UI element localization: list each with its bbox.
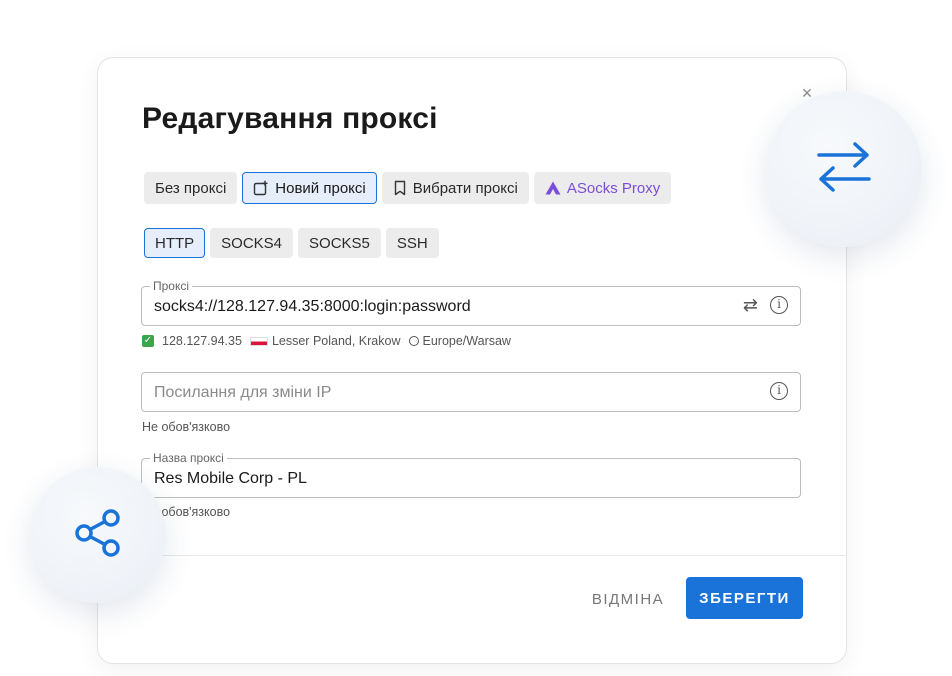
proxy-name-value[interactable]: Res Mobile Corp - PL xyxy=(154,470,307,488)
protocol-http[interactable]: HTTP xyxy=(144,228,206,258)
protocol-tabs: HTTP SOCKS4 SOCKS5 SSH xyxy=(144,228,439,258)
tab-label: Без проксі xyxy=(155,179,227,197)
proxy-ip: 128.127.94.35 xyxy=(162,334,242,348)
edit-proxy-dialog: × Редагування проксі Без проксі Новий пр… xyxy=(97,57,847,664)
footer-divider xyxy=(98,555,846,556)
info-icon[interactable]: i xyxy=(770,382,788,400)
poland-flag-icon xyxy=(249,336,268,346)
proxy-field-label: Проксі xyxy=(150,279,193,293)
swap-bubble xyxy=(766,91,922,247)
clock-icon xyxy=(408,336,419,346)
tab-new-proxy[interactable]: Новий проксі xyxy=(242,172,377,204)
cancel-button[interactable]: ВІДМІНА xyxy=(578,581,678,617)
add-square-icon xyxy=(253,180,269,196)
share-bubble xyxy=(30,467,166,603)
tab-no-proxy[interactable]: Без проксі xyxy=(144,172,238,204)
proxy-timezone: Europe/Warsaw xyxy=(422,334,511,348)
asocks-logo-icon xyxy=(545,181,561,195)
proxy-field[interactable]: Проксі socks4://128.127.94.35:8000:login… xyxy=(141,279,801,326)
protocol-socks5[interactable]: SOCKS5 xyxy=(298,228,381,258)
save-button[interactable]: ЗБЕРЕГТИ xyxy=(686,577,803,619)
change-ip-field[interactable]: Посилання для зміни IP i xyxy=(141,372,801,412)
proxy-check-info: ✓ 128.127.94.35 Lesser Poland, Krakow Eu… xyxy=(142,334,511,348)
proxy-location: Lesser Poland, Krakow xyxy=(271,334,401,348)
proxy-name-label: Назва проксі xyxy=(150,451,227,465)
tab-label: Вибрати проксі xyxy=(412,179,518,197)
tab-label: ASocks Proxy xyxy=(566,179,661,197)
bookmark-icon xyxy=(393,180,407,196)
proxy-name-field[interactable]: Назва проксі Res Mobile Corp - PL xyxy=(141,451,801,498)
check-icon: ✓ xyxy=(142,335,154,347)
info-icon[interactable]: i xyxy=(770,296,788,314)
protocol-socks4[interactable]: SOCKS4 xyxy=(210,228,294,258)
tab-label: Новий проксі xyxy=(275,179,366,197)
change-ip-helper: Не обов'язково xyxy=(142,420,231,434)
dialog-title: Редагування проксі xyxy=(142,102,438,135)
swap-arrows-icon xyxy=(815,141,873,198)
protocol-ssh[interactable]: SSH xyxy=(385,228,439,258)
change-ip-placeholder[interactable]: Посилання для зміни IP xyxy=(154,384,331,402)
proxy-input-value[interactable]: socks4://128.127.94.35:8000:login:passwo… xyxy=(154,298,471,316)
proxy-mode-tabs: Без проксі Новий проксі Вибрати проксі A… xyxy=(144,172,672,204)
tab-asocks-proxy[interactable]: ASocks Proxy xyxy=(533,172,672,204)
tab-select-proxy[interactable]: Вибрати проксі xyxy=(381,172,529,204)
share-icon xyxy=(73,508,123,563)
swap-icon[interactable]: ⇄ xyxy=(743,296,758,314)
